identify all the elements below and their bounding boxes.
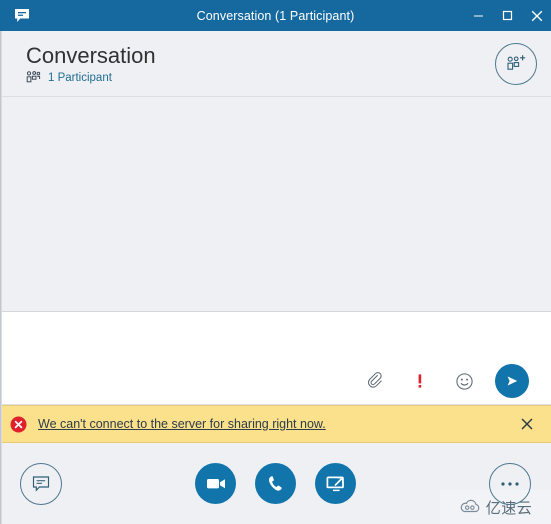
notification-bar: We can't connect to the server for shari… [0,405,551,443]
message-history-area[interactable] [0,97,551,312]
error-circle-icon [10,416,27,433]
send-arrow-icon [507,376,518,386]
toolbar-center-group [0,463,551,504]
conversation-window: Conversation (1 Participant) Conversatio [0,0,551,524]
title-bar: Conversation (1 Participant) [0,0,551,31]
add-people-icon [507,54,526,70]
video-camera-icon [206,479,225,489]
window-controls [464,0,551,31]
paperclip-icon [368,372,382,388]
participants-link[interactable]: 1 Participant [48,72,112,84]
instant-message-button[interactable] [20,462,62,505]
compose-area [0,312,551,405]
send-button[interactable] [495,364,529,398]
exclamation-icon [418,374,422,388]
cloud-logo-icon [460,499,480,513]
toolbar-right-group [489,462,531,505]
call-button[interactable] [255,463,296,504]
emoticon-button[interactable] [451,368,477,394]
message-input[interactable] [0,312,551,358]
chat-bubble-icon [6,0,37,31]
maximize-button[interactable] [493,0,522,31]
conversation-header-text: Conversation 1 Participant [26,43,495,84]
conversation-header: Conversation 1 Participant [0,31,551,97]
close-button[interactable] [522,0,551,31]
compose-actions [0,358,551,404]
add-participants-button[interactable] [495,42,537,85]
video-call-button[interactable] [195,463,236,504]
high-importance-button[interactable] [407,368,433,394]
minimize-button[interactable] [464,0,493,31]
ellipsis-icon [501,481,519,486]
more-options-button[interactable] [489,462,531,505]
monitor-share-icon [326,476,344,491]
page-title: Conversation [26,43,156,68]
toolbar-left-group [20,462,62,505]
emoji-icon [455,372,473,390]
people-icon [26,71,41,84]
close-icon [521,418,533,430]
phone-icon [268,475,282,491]
attach-file-button[interactable] [363,368,389,394]
present-screen-button[interactable] [315,463,356,504]
action-toolbar: 亿速云 [0,443,551,524]
notification-message[interactable]: We can't connect to the server for shari… [38,417,506,431]
chat-bubble-icon [32,476,50,492]
notification-close-button[interactable] [517,414,537,434]
participants-row: 1 Participant [26,71,495,84]
window-left-edge [0,31,2,524]
